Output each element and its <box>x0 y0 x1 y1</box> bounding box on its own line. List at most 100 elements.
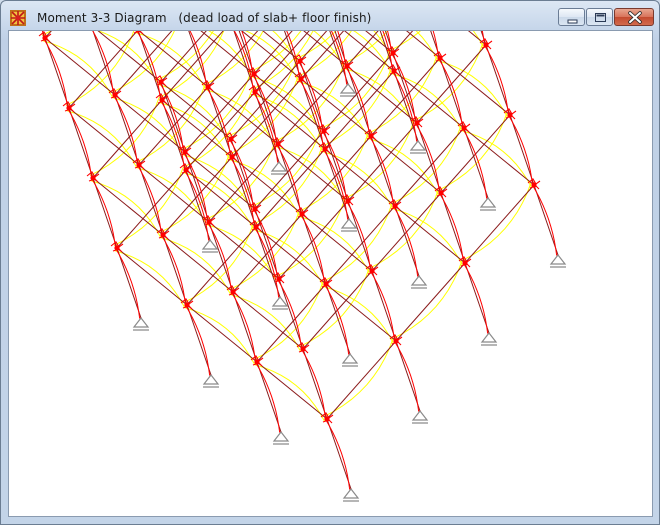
joint-marker <box>299 211 305 217</box>
moment-curve <box>42 40 114 98</box>
diagram-canvas[interactable] <box>8 30 653 517</box>
moment-curve <box>159 102 231 160</box>
frame-member <box>208 221 280 280</box>
joint-marker <box>390 50 396 56</box>
moment-diagram[interactable] <box>9 31 653 517</box>
moment-curve <box>66 110 138 168</box>
joint-marker <box>184 302 190 308</box>
moment-curve <box>277 279 303 350</box>
joint-marker <box>228 136 234 142</box>
moment-curve <box>159 154 230 233</box>
moment-curve <box>461 182 532 261</box>
moment-curve <box>253 281 324 360</box>
frame-member <box>186 226 257 306</box>
moment-curve <box>368 190 439 269</box>
frame-member <box>464 184 535 264</box>
moment-curve <box>532 185 558 256</box>
moment-curve <box>252 94 324 152</box>
joint-marker <box>205 84 211 90</box>
moment-curve <box>229 211 300 290</box>
joint-marker <box>298 76 304 82</box>
pin-support-icon <box>410 275 428 289</box>
moment-curve <box>253 209 279 280</box>
moment-curve <box>298 61 324 132</box>
sap2000-app-icon <box>10 10 26 26</box>
frame-member <box>302 348 328 420</box>
moment-curve <box>415 123 441 194</box>
title-bar[interactable]: Moment 3-3 Diagram (dead load of slab+ f… <box>1 1 659 31</box>
joint-marker <box>253 224 259 230</box>
moment-curve <box>463 263 489 334</box>
joint-marker <box>297 58 303 64</box>
frame-member <box>188 31 209 88</box>
frame-member <box>533 184 559 256</box>
frame-member <box>371 270 397 342</box>
pin-support-icon <box>341 353 359 367</box>
joint-marker <box>254 359 260 365</box>
moment-curve <box>301 349 327 420</box>
frame-member <box>326 418 352 490</box>
frame-member <box>406 31 441 59</box>
frame-member <box>325 283 397 342</box>
moment-curve <box>321 68 392 147</box>
moment-curve <box>181 71 252 150</box>
pin-support-icon <box>480 332 498 346</box>
minimize-button[interactable] <box>558 8 585 26</box>
frame-member <box>326 340 397 420</box>
minimize-icon <box>567 19 578 24</box>
joint-marker <box>507 112 513 118</box>
frame-member <box>92 177 164 236</box>
moment-curve <box>461 130 533 188</box>
frame-member <box>301 213 373 272</box>
joint-marker <box>392 203 398 209</box>
frame-member <box>395 340 421 412</box>
joint-marker <box>114 245 120 251</box>
moment-curve <box>205 141 276 220</box>
joint-marker <box>300 346 306 352</box>
frame-member <box>186 304 212 376</box>
pin-support-icon <box>342 488 360 502</box>
frame-member <box>463 127 535 186</box>
frame-member <box>68 107 140 166</box>
moment-curve <box>508 115 534 186</box>
pin-support-icon <box>202 374 220 388</box>
moment-curve <box>89 97 160 176</box>
frame-member <box>277 143 349 202</box>
moment-curve <box>394 341 420 412</box>
frame-member <box>334 31 348 67</box>
frame-member <box>160 81 232 140</box>
frame-member <box>485 44 511 116</box>
joint-marker <box>321 128 327 134</box>
moment-curve <box>111 31 175 93</box>
frame-member <box>464 262 490 334</box>
frame-member <box>207 86 279 145</box>
frame-member <box>114 94 186 153</box>
moment-curve <box>439 193 465 264</box>
moment-curve <box>322 151 394 209</box>
moment-curve <box>253 229 325 287</box>
frame-member <box>325 205 396 285</box>
frame-member <box>184 151 256 210</box>
frame-member <box>68 31 138 109</box>
joint-marker <box>324 416 330 422</box>
moment-curve <box>113 167 184 246</box>
joint-marker <box>230 289 236 295</box>
maximize-button[interactable] <box>586 8 613 26</box>
frame-member <box>392 31 414 54</box>
moment-curve <box>392 208 464 266</box>
pin-support-icon <box>479 197 497 211</box>
moment-curve <box>189 31 208 88</box>
moment-curve <box>323 286 395 344</box>
moment-curve <box>228 76 299 155</box>
joint-marker <box>252 89 258 95</box>
joint-marker <box>345 198 351 204</box>
joint-marker <box>206 219 212 225</box>
joint-marker <box>368 133 374 139</box>
frame-member <box>324 70 395 150</box>
frame-member <box>92 177 118 249</box>
pin-support-icon <box>132 317 150 331</box>
moment-curve <box>370 271 396 342</box>
close-button[interactable] <box>614 8 654 26</box>
frame-member <box>44 31 52 39</box>
moment-curve <box>183 172 255 230</box>
